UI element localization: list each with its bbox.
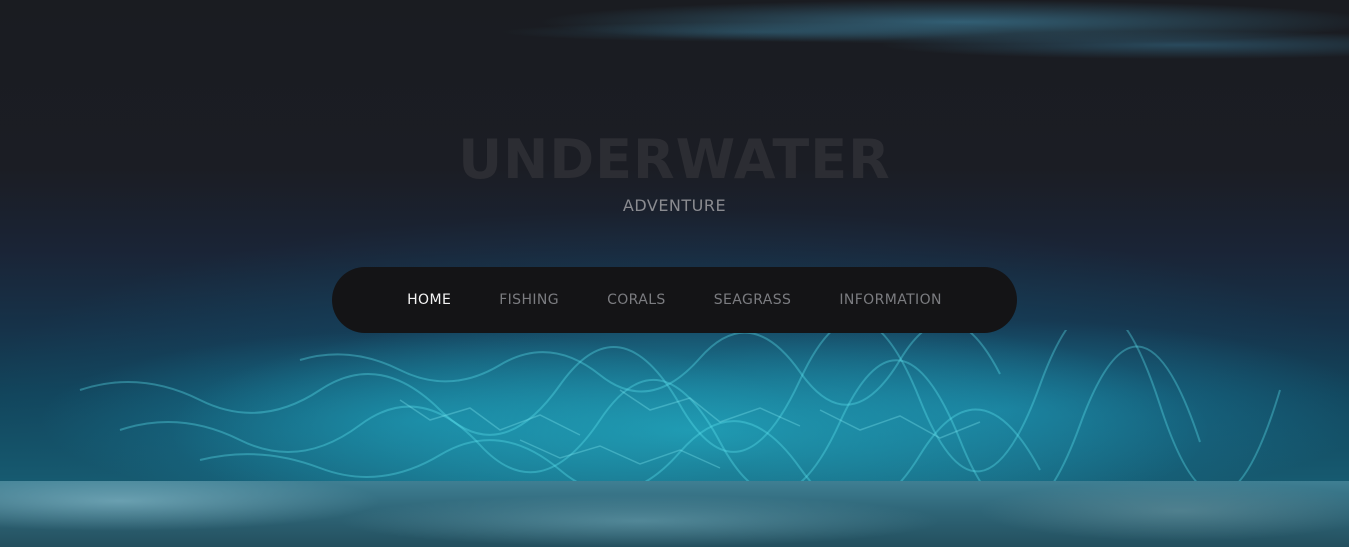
site-subtitle: ADVENTURE bbox=[622, 196, 727, 215]
nav-item-information[interactable]: INFORMATION bbox=[815, 292, 966, 308]
hero-background-image bbox=[0, 0, 1349, 481]
hero-title-block: UNDERWATER ADVENTURE bbox=[0, 128, 1349, 216]
page: UNDERWATER ADVENTURE HOME FISHING CORALS… bbox=[0, 0, 1349, 547]
site-title: UNDERWATER bbox=[458, 128, 891, 191]
water-caustics-decoration bbox=[79, 330, 1281, 481]
nav-item-home[interactable]: HOME bbox=[383, 292, 475, 308]
nav-item-corals[interactable]: CORALS bbox=[583, 292, 690, 308]
next-section-image-strip bbox=[0, 481, 1349, 547]
nav-item-fishing[interactable]: FISHING bbox=[475, 292, 583, 308]
main-navigation: HOME FISHING CORALS SEAGRASS INFORMATION bbox=[332, 267, 1017, 333]
nav-item-seagrass[interactable]: SEAGRASS bbox=[690, 292, 816, 308]
